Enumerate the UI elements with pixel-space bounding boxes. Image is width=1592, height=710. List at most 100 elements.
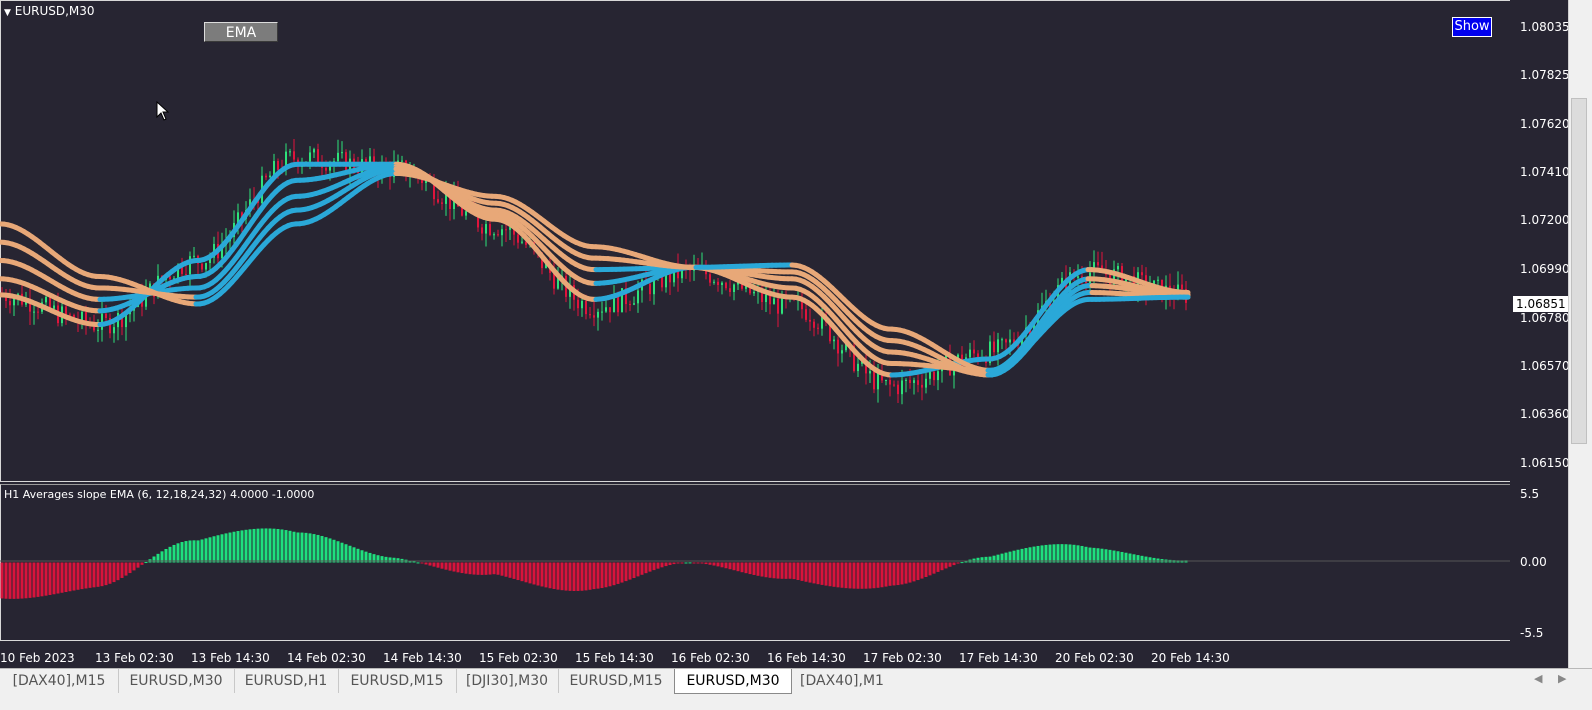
tab-dax40-m15[interactable]: [DAX40],M15 [0,669,119,693]
histogram-bar [533,563,536,585]
histogram-bar [933,563,936,574]
histogram-bar [841,563,844,588]
histogram-bar [713,563,716,566]
tab-dji30-m30[interactable]: [DJI30],M30 [456,669,559,693]
histogram-bar [545,563,548,588]
histogram-bar [461,563,464,574]
show-button[interactable]: Show [1452,17,1492,37]
histogram-bar [821,563,824,585]
histogram-bar [501,563,504,576]
histogram-bar [77,563,80,590]
histogram-bar [137,563,140,568]
histogram-bar [605,563,608,588]
histogram-bar [609,563,612,587]
histogram-bar [1085,547,1088,563]
candle [813,319,815,336]
histogram-bar [133,563,136,571]
chart-window[interactable]: ▼ EURUSD,M30 EMA Show 1.08035 1.07825 1.… [0,0,1568,668]
price-tick: 1.07825 [1520,68,1570,82]
scrollbar-thumb[interactable] [1571,98,1587,444]
tab-dax40-m1[interactable]: [DAX40],M1 [790,669,894,693]
tab-eurusd-m30[interactable]: EURUSD,M30 [118,669,235,693]
histogram-bar [29,563,32,598]
candle [721,281,723,294]
histogram-bar [457,563,460,573]
histogram-bar [429,563,432,566]
histogram-bar [153,556,156,562]
candle [993,332,995,356]
histogram-bar [329,538,332,562]
histogram-bar [585,563,588,591]
histogram-bar [789,563,792,579]
histogram-bar [69,563,72,592]
histogram-bar [673,563,676,565]
time-tick: 13 Feb 02:30 [95,651,174,665]
histogram-bar [121,563,124,578]
candle [441,198,443,210]
histogram-bar [877,563,880,588]
histogram-bar [561,563,564,591]
histogram-bar [733,563,736,571]
candle [725,282,727,291]
tab-eurusd-h1[interactable]: EURUSD,H1 [234,669,339,693]
histogram-bar [645,563,648,574]
histogram-bar [125,563,128,576]
candle [1181,274,1183,292]
histogram-bar [73,563,76,591]
histogram-bar [1045,545,1048,563]
histogram-bar [693,563,696,564]
histogram-bar [985,557,988,563]
histogram-bar [777,563,780,579]
histogram-bar [185,541,188,562]
histogram-bar [929,563,932,576]
histogram-bar [845,563,848,589]
histogram-bar [917,563,920,581]
tab-scroll-left-icon[interactable]: ◀ [1534,672,1542,685]
histogram-bar [745,563,748,574]
histogram-bar [477,563,480,575]
tab-eurusd-m15[interactable]: EURUSD,M15 [338,669,457,693]
histogram-bar [869,563,872,589]
candle [485,217,487,247]
histogram-bar [349,546,352,563]
slope-histogram [1,528,1188,598]
histogram-bar [381,556,384,562]
histogram-bar [293,532,296,563]
candle [5,289,7,308]
histogram-bar [793,563,796,580]
histogram-bar [489,563,492,575]
histogram-bar [637,563,640,577]
candle [113,322,115,343]
collapse-triangle-icon[interactable]: ▼ [4,8,11,18]
histogram-bar [201,539,204,562]
histogram-bar [525,563,528,583]
histogram-bar [37,563,40,597]
histogram-bar [905,563,908,584]
histogram-bar [85,563,88,589]
symbol-title: ▼ EURUSD,M30 [4,4,95,18]
ema-button[interactable]: EMA [204,22,278,42]
tab-scroll-right-icon[interactable]: ▶ [1558,672,1566,685]
tab-eurusd-m15-2[interactable]: EURUSD,M15 [558,669,675,693]
histogram-bar [5,563,8,599]
candle [269,171,271,177]
current-price-label: 1.06851 [1513,296,1568,312]
candle [601,302,603,321]
histogram-bar [173,545,176,563]
tab-eurusd-m30-active[interactable]: EURUSD,M30 [674,669,792,694]
histogram-bar [521,563,524,582]
histogram-bar [57,563,60,594]
histogram-bar [1025,548,1028,562]
histogram-bar [805,563,808,582]
time-tick: 13 Feb 14:30 [191,651,270,665]
candle [193,247,195,260]
candle [341,141,343,158]
candle [189,252,191,288]
histogram-bar [433,563,436,567]
histogram-bar [593,563,596,590]
time-tick: 15 Feb 02:30 [479,651,558,665]
price-tick: 1.06990 [1520,262,1570,276]
histogram-bar [273,529,276,563]
histogram-bar [337,541,340,562]
histogram-bar [297,532,300,562]
